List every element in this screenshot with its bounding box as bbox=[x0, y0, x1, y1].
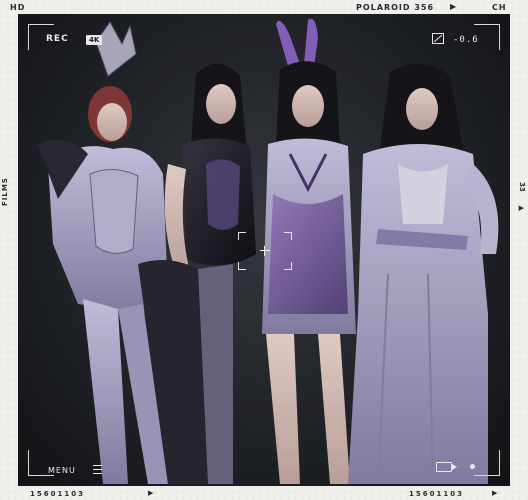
menu-label: MENU bbox=[48, 466, 76, 475]
bottom-right-arrow-icon: ▶ bbox=[492, 489, 500, 497]
top-film-strip: HD POLAROID 356 ▶ CH bbox=[0, 0, 528, 14]
film-code-left: 15601103 bbox=[30, 490, 85, 498]
ch-label: CH bbox=[492, 3, 507, 12]
exposure-icon bbox=[432, 33, 444, 44]
hd-label: HD bbox=[10, 3, 26, 12]
focus-reticle bbox=[238, 232, 292, 270]
films-side-label: FILMS bbox=[1, 177, 9, 206]
resolution-badge: 4K bbox=[86, 35, 103, 45]
crosshair-icon bbox=[260, 246, 270, 256]
frame-number-side-label: 33 bbox=[518, 182, 526, 192]
side-arrow-icon: ▶ bbox=[518, 204, 524, 212]
exposure-value: -0.6 bbox=[453, 35, 479, 45]
viewfinder-corner-bottom-right bbox=[474, 450, 500, 476]
focus-corner-icon bbox=[238, 232, 246, 240]
focus-corner-icon bbox=[238, 262, 246, 270]
focus-corner-icon bbox=[284, 262, 292, 270]
film-code-right: 15601103 bbox=[409, 490, 464, 498]
polaroid-brand-label: POLAROID 356 bbox=[356, 3, 435, 12]
focus-corner-icon bbox=[284, 232, 292, 240]
video-camera-icon bbox=[436, 462, 457, 472]
rec-indicator: REC bbox=[46, 34, 69, 44]
bottom-left-arrow-icon: ▶ bbox=[148, 489, 156, 497]
record-dot-icon bbox=[470, 464, 475, 469]
bottom-film-strip: 15601103 ▶ 15601103 ▶ bbox=[0, 488, 528, 500]
menu-icon bbox=[93, 465, 102, 474]
top-arrow-icon: ▶ bbox=[450, 2, 458, 11]
